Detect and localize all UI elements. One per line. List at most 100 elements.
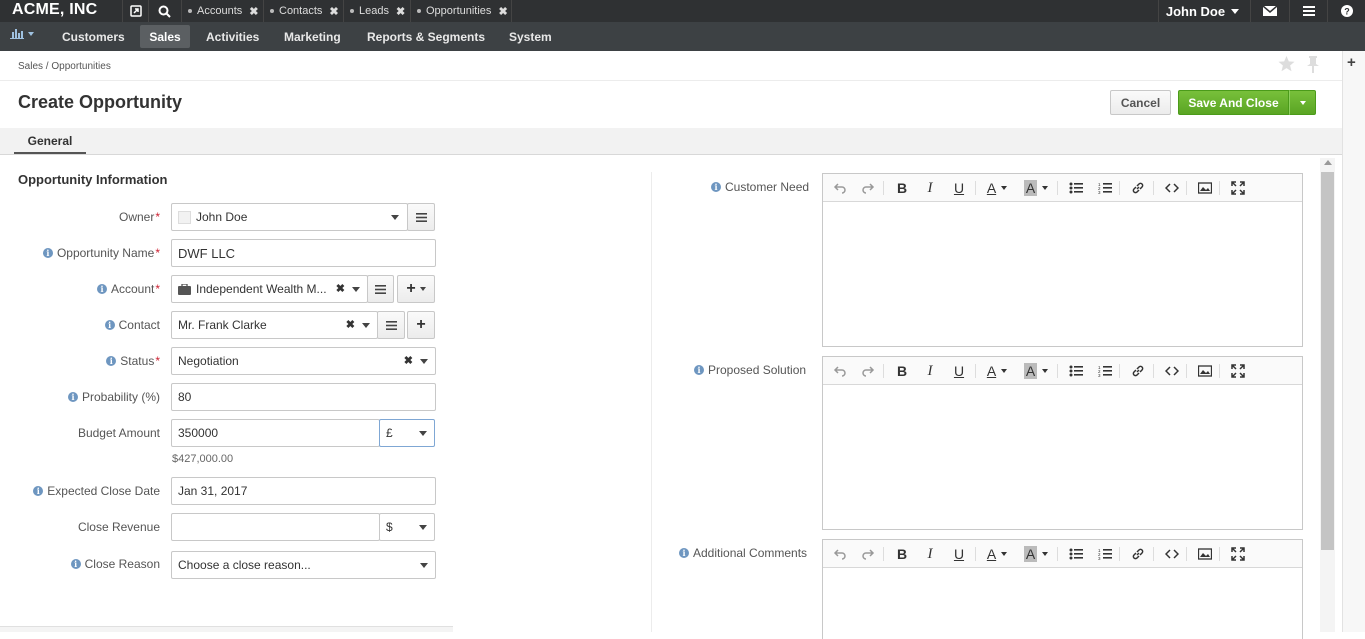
info-icon[interactable]: i bbox=[104, 320, 115, 330]
bold-icon[interactable]: B bbox=[893, 174, 911, 202]
text-color-icon[interactable]: A bbox=[983, 174, 1011, 202]
pinned-tab-contacts[interactable]: Contacts ✖ bbox=[263, 0, 343, 22]
image-icon[interactable] bbox=[1196, 540, 1214, 568]
numbered-list-icon[interactable]: 123 bbox=[1096, 174, 1114, 202]
save-options-dropdown[interactable] bbox=[1289, 90, 1316, 115]
info-icon[interactable]: i bbox=[96, 284, 107, 294]
source-code-icon[interactable] bbox=[1163, 174, 1181, 202]
bullet-list-icon[interactable] bbox=[1067, 174, 1085, 202]
text-color-icon[interactable]: A bbox=[983, 357, 1011, 385]
close-icon[interactable]: ✖ bbox=[498, 5, 507, 18]
info-icon[interactable]: i bbox=[679, 548, 689, 558]
app-logo[interactable]: ACME, INC bbox=[12, 1, 97, 19]
account-select[interactable]: Independent Wealth M... ✖ bbox=[171, 275, 368, 303]
close-revenue-input[interactable] bbox=[171, 513, 380, 541]
budget-amount-input[interactable]: 350000 bbox=[171, 419, 380, 447]
help-icon[interactable]: ? bbox=[1327, 0, 1365, 22]
add-widget-icon[interactable]: + bbox=[1347, 54, 1356, 71]
nav-customers[interactable]: Customers bbox=[54, 25, 133, 48]
proposed-solution-editor[interactable]: BIUAA123 bbox=[822, 356, 1303, 530]
redo-icon[interactable] bbox=[859, 540, 877, 568]
hamburger-menu-icon[interactable] bbox=[1289, 0, 1327, 22]
account-list-button[interactable] bbox=[367, 275, 394, 303]
nav-activities[interactable]: Activities bbox=[198, 25, 267, 48]
link-icon[interactable] bbox=[1129, 174, 1147, 202]
image-icon[interactable] bbox=[1196, 357, 1214, 385]
fullscreen-icon[interactable] bbox=[1229, 540, 1247, 568]
underline-icon[interactable]: U bbox=[950, 174, 968, 202]
bold-icon[interactable]: B bbox=[893, 357, 911, 385]
close-icon[interactable]: ✖ bbox=[396, 5, 405, 18]
info-icon[interactable]: i bbox=[42, 248, 53, 258]
italic-icon[interactable]: I bbox=[921, 174, 939, 202]
info-icon[interactable]: i bbox=[711, 182, 721, 192]
owner-list-button[interactable] bbox=[407, 203, 435, 231]
close-revenue-currency-select[interactable]: $ bbox=[379, 513, 435, 541]
tab-general[interactable]: General bbox=[14, 134, 86, 154]
dashboard-menu[interactable] bbox=[10, 28, 34, 39]
bullet-list-icon[interactable] bbox=[1067, 357, 1085, 385]
clear-icon[interactable]: ✖ bbox=[346, 318, 355, 331]
nav-reports-segments[interactable]: Reports & Segments bbox=[359, 25, 493, 48]
source-code-icon[interactable] bbox=[1163, 357, 1181, 385]
fullscreen-icon[interactable] bbox=[1229, 174, 1247, 202]
underline-icon[interactable]: U bbox=[950, 540, 968, 568]
pin-icon[interactable] bbox=[1306, 56, 1320, 76]
image-icon[interactable] bbox=[1196, 174, 1214, 202]
clear-icon[interactable]: ✖ bbox=[404, 354, 413, 367]
pinned-tab-accounts[interactable]: Accounts ✖ bbox=[181, 0, 263, 22]
info-icon[interactable]: i bbox=[694, 365, 704, 375]
save-and-close-button[interactable]: Save And Close bbox=[1178, 90, 1289, 115]
nav-marketing[interactable]: Marketing bbox=[276, 25, 349, 48]
contact-select[interactable]: Mr. Frank Clarke ✖ bbox=[171, 311, 378, 339]
owner-select[interactable]: John Doe bbox=[171, 203, 408, 231]
customer-need-editor[interactable]: BIUAA123 bbox=[822, 173, 1303, 347]
clear-icon[interactable]: ✖ bbox=[336, 282, 345, 295]
redo-icon[interactable] bbox=[859, 357, 877, 385]
undo-icon[interactable] bbox=[831, 174, 849, 202]
pinned-tab-opportunities[interactable]: Opportunities ✖ bbox=[410, 0, 512, 22]
fullscreen-icon[interactable] bbox=[1229, 357, 1247, 385]
bullet-list-icon[interactable] bbox=[1067, 540, 1085, 568]
cancel-button[interactable]: Cancel bbox=[1110, 90, 1171, 115]
budget-currency-select[interactable]: £ bbox=[379, 419, 435, 447]
bold-icon[interactable]: B bbox=[893, 540, 911, 568]
expected-close-date-input[interactable]: Jan 31, 2017 bbox=[171, 477, 436, 505]
status-select[interactable]: Negotiation ✖ bbox=[171, 347, 436, 375]
contact-list-button[interactable] bbox=[377, 311, 405, 339]
undo-icon[interactable] bbox=[831, 540, 849, 568]
pinned-tab-leads[interactable]: Leads ✖ bbox=[343, 0, 410, 22]
pinned-tabs-icon[interactable] bbox=[122, 0, 148, 22]
close-reason-select[interactable]: Choose a close reason... bbox=[171, 551, 436, 579]
additional-comments-editor[interactable]: BIUAA123 bbox=[822, 539, 1303, 639]
link-icon[interactable] bbox=[1129, 540, 1147, 568]
nav-sales[interactable]: Sales bbox=[140, 25, 190, 48]
background-color-icon[interactable]: A bbox=[1022, 540, 1050, 568]
opportunity-name-input[interactable]: DWF LLC bbox=[171, 239, 436, 267]
scrollbar-thumb[interactable] bbox=[1321, 172, 1334, 550]
undo-icon[interactable] bbox=[831, 357, 849, 385]
scroll-up-icon[interactable] bbox=[1324, 160, 1332, 165]
info-icon[interactable]: i bbox=[33, 486, 44, 496]
probability-input[interactable]: 80 bbox=[171, 383, 436, 411]
info-icon[interactable]: i bbox=[67, 392, 78, 402]
underline-icon[interactable]: U bbox=[950, 357, 968, 385]
numbered-list-icon[interactable]: 123 bbox=[1096, 357, 1114, 385]
text-color-icon[interactable]: A bbox=[983, 540, 1011, 568]
background-color-icon[interactable]: A bbox=[1022, 357, 1050, 385]
account-add-button[interactable]: + bbox=[397, 275, 435, 303]
italic-icon[interactable]: I bbox=[921, 357, 939, 385]
search-icon[interactable] bbox=[148, 0, 180, 22]
redo-icon[interactable] bbox=[859, 174, 877, 202]
close-icon[interactable]: ✖ bbox=[329, 5, 338, 18]
numbered-list-icon[interactable]: 123 bbox=[1096, 540, 1114, 568]
star-icon[interactable] bbox=[1278, 56, 1295, 75]
user-menu[interactable]: John Doe bbox=[1158, 0, 1246, 22]
close-icon[interactable]: ✖ bbox=[249, 5, 258, 18]
nav-system[interactable]: System bbox=[501, 25, 560, 48]
link-icon[interactable] bbox=[1129, 357, 1147, 385]
italic-icon[interactable]: I bbox=[921, 540, 939, 568]
info-icon[interactable]: i bbox=[70, 559, 81, 569]
contact-add-button[interactable]: + bbox=[407, 311, 435, 339]
background-color-icon[interactable]: A bbox=[1022, 174, 1050, 202]
